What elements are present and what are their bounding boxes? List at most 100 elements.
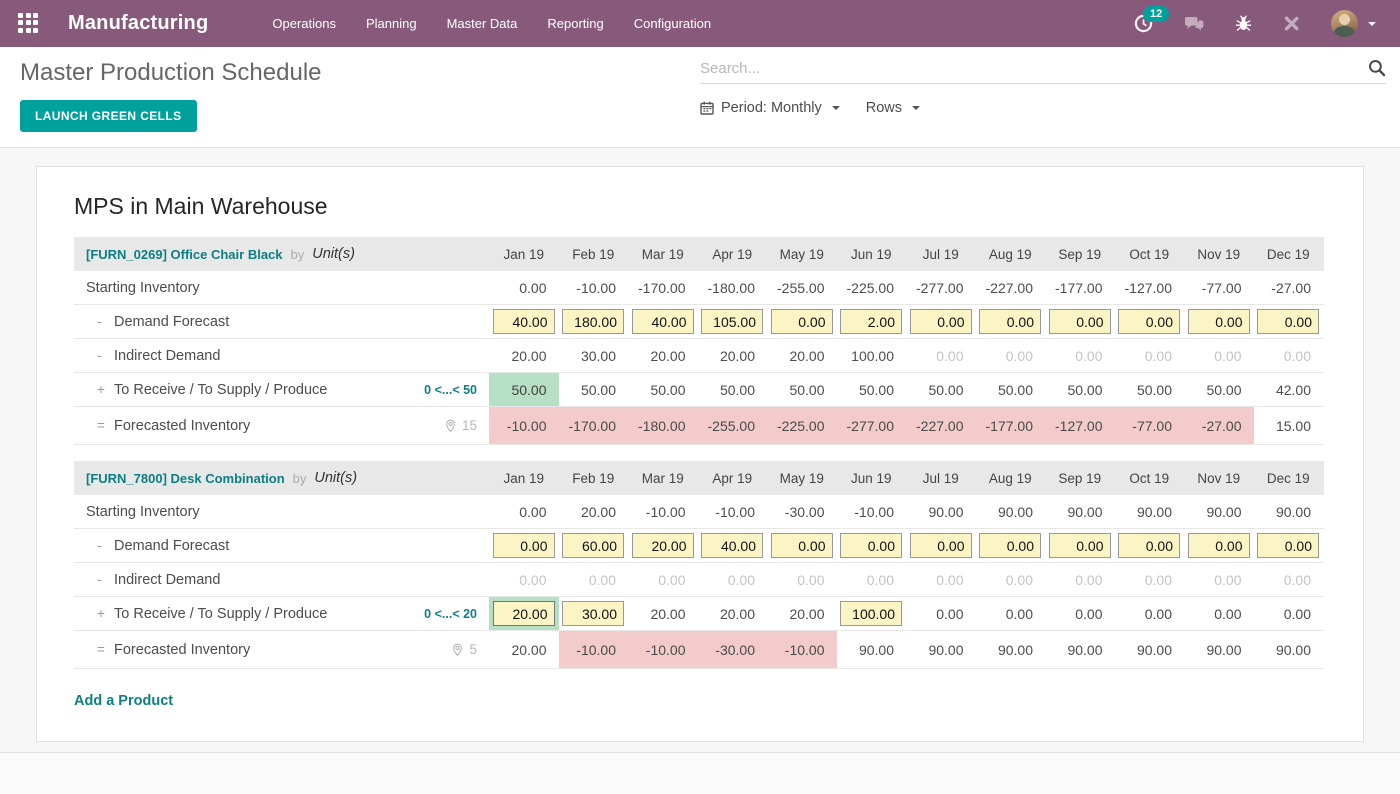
demand-forecast-input[interactable] [909, 533, 972, 558]
demand-forecast-input[interactable] [701, 533, 763, 558]
demand-forecast-input[interactable] [492, 309, 555, 334]
cell-to-receive[interactable]: 0.00 [1184, 597, 1254, 630]
calendar-icon [700, 101, 714, 115]
cell-to-receive[interactable]: 50.00 [837, 373, 907, 406]
cell-to-receive[interactable]: 20.00 [767, 597, 837, 630]
menu-master-data[interactable]: Master Data [445, 12, 520, 35]
row-label-zone: + To Receive / To Supply / Produce [74, 373, 429, 406]
add-product-link[interactable]: Add a Product [74, 693, 173, 709]
to-receive-input[interactable] [492, 601, 555, 626]
cell-starting-inventory: -225.00 [846, 279, 894, 296]
app-title[interactable]: Manufacturing [68, 12, 208, 35]
demand-forecast-input[interactable] [1048, 309, 1111, 334]
cell-to-receive[interactable]: 42.00 [1254, 373, 1324, 406]
cell-indirect-demand: 0.00 [1283, 571, 1311, 588]
demand-forecast-input[interactable] [770, 533, 833, 558]
cell-starting-inventory: -227.00 [985, 279, 1033, 296]
launch-green-cells-button[interactable]: LAUNCH GREEN CELLS [20, 100, 197, 132]
cell-to-receive[interactable]: 0.00 [1045, 597, 1115, 630]
demand-forecast-input[interactable] [1187, 533, 1250, 558]
product-name-link[interactable]: [FURN_7800] Desk Combination [86, 471, 285, 486]
bug-icon[interactable] [1235, 15, 1252, 33]
cell-indirect-demand: 0.00 [1005, 571, 1033, 588]
cell-starting-inventory: -180.00 [707, 279, 755, 296]
cell-to-receive[interactable]: 0.00 [1115, 597, 1185, 630]
search-input[interactable] [700, 59, 1368, 77]
tools-icon[interactable] [1282, 14, 1301, 33]
demand-forecast-input[interactable] [979, 533, 1041, 558]
rows-filter[interactable]: Rows [866, 100, 921, 116]
month-header: Mar 19 [641, 470, 684, 486]
cell-to-receive[interactable]: 50.00 [698, 373, 768, 406]
demand-forecast-input[interactable] [1257, 309, 1319, 334]
cell-indirect-demand: 20.00 [650, 347, 686, 364]
row-label-zone: = Forecasted Inventory [74, 631, 429, 668]
demand-forecast-input[interactable] [562, 533, 624, 558]
cell-indirect-demand: 20.00 [789, 347, 825, 364]
activity-clock-icon[interactable]: 12 [1134, 6, 1170, 33]
row-annotation [429, 305, 489, 338]
demand-forecast-input[interactable] [840, 533, 902, 558]
demand-forecast-input[interactable] [1118, 309, 1180, 334]
cell-to-receive[interactable]: 50.00 [1184, 373, 1254, 406]
cell-to-receive[interactable]: 20.00 [698, 597, 768, 630]
demand-forecast-input[interactable] [1118, 533, 1180, 558]
cell-to-receive[interactable]: 50.00 [767, 373, 837, 406]
period-filter[interactable]: Period: Monthly [700, 100, 840, 116]
row-prefix: - [97, 538, 102, 553]
cell-to-receive[interactable]: 50.00 [628, 373, 698, 406]
demand-forecast-input[interactable] [770, 309, 833, 334]
row-prefix: = [97, 642, 105, 657]
to-receive-input[interactable] [840, 601, 902, 626]
user-menu[interactable] [1331, 10, 1358, 37]
menu-planning[interactable]: Planning [364, 12, 419, 35]
demand-forecast-input[interactable] [631, 533, 694, 558]
row-label-zone: - Indirect Demand [74, 563, 429, 596]
menu-operations[interactable]: Operations [270, 12, 338, 35]
demand-forecast-input[interactable] [701, 309, 763, 334]
demand-forecast-input[interactable] [1187, 309, 1250, 334]
cell-starting-inventory: -10.00 [576, 279, 616, 296]
menu-configuration[interactable]: Configuration [632, 12, 713, 35]
demand-forecast-input[interactable] [909, 309, 972, 334]
cell-to-receive[interactable]: 50.00 [906, 373, 976, 406]
cell-to-receive[interactable]: 50.00 [489, 373, 559, 406]
cell-to-receive[interactable]: 20.00 [628, 597, 698, 630]
row-indirect-demand: - Indirect Demand 0.00 0.00 0.00 0.00 0.00 0.00… [74, 563, 1324, 597]
month-header: Apr 19 [712, 470, 753, 486]
month-header: May 19 [779, 470, 824, 486]
row-annotation [429, 495, 489, 528]
demand-forecast-input[interactable] [840, 309, 902, 334]
search-bar [700, 59, 1386, 84]
search-icon[interactable] [1368, 59, 1386, 77]
month-header: Aug 19 [988, 470, 1032, 486]
demand-forecast-input[interactable] [562, 309, 624, 334]
row-to-receive: + To Receive / To Supply / Produce 0 <...<… [74, 373, 1324, 407]
demand-forecast-input[interactable] [1257, 533, 1319, 558]
cell-to-receive[interactable]: 50.00 [559, 373, 629, 406]
cell-to-receive[interactable]: 0.00 [976, 597, 1046, 630]
cell-demand-forecast [559, 529, 629, 562]
product-name-link[interactable]: [FURN_0269] Office Chair Black [86, 247, 283, 262]
apps-grid-icon[interactable] [18, 12, 40, 35]
cell-to-receive[interactable]: 0.00 [1254, 597, 1324, 630]
period-caret-down-icon [831, 106, 840, 110]
demand-forecast-input[interactable] [631, 309, 694, 334]
cell-to-receive[interactable]: 50.00 [1115, 373, 1185, 406]
row-label-zone: - Demand Forecast [74, 529, 429, 562]
cell-starting-inventory: 90.00 [1275, 503, 1311, 520]
safety-stock-indicator: 15 [445, 418, 477, 433]
to-receive-input[interactable] [562, 601, 624, 626]
row-prefix: + [97, 606, 105, 621]
cell-to-receive[interactable]: 50.00 [1045, 373, 1115, 406]
demand-forecast-input[interactable] [979, 309, 1041, 334]
cell-to-receive[interactable]: 50.00 [976, 373, 1046, 406]
demand-forecast-input[interactable] [492, 533, 555, 558]
row-forecasted-inventory: = Forecasted Inventory 15 -10.00 -170.00 -180… [74, 407, 1324, 445]
month-header: Jan 19 [503, 246, 545, 262]
messages-icon[interactable] [1183, 15, 1205, 33]
cell-to-receive[interactable]: 0.00 [906, 597, 976, 630]
menu-reporting[interactable]: Reporting [545, 12, 605, 35]
row-prefix: - [97, 572, 102, 587]
demand-forecast-input[interactable] [1048, 533, 1111, 558]
